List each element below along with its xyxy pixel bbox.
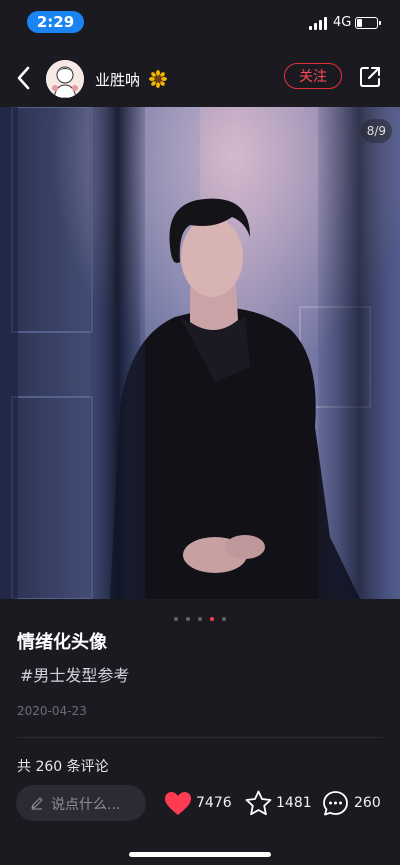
signal-icon [309,17,329,30]
page-indicator [0,608,400,621]
network-type: 4G [333,15,352,30]
page-dot [185,616,190,621]
heart-icon [165,792,191,815]
favorite-count: 1481 [276,795,312,811]
star-icon [245,790,272,816]
home-indicator[interactable] [129,852,271,857]
post-photo[interactable]: 8/9 [0,107,400,599]
status-bar: 2:29 4G [0,0,400,44]
post-title: 情绪化头像 [17,632,107,653]
comment-input[interactable]: 说点什么... [16,785,146,821]
bottom-bar: 说点什么... 7476 1481 260 [0,774,400,865]
page-dot [173,616,178,621]
favorite-button[interactable]: 1481 [245,790,315,818]
page-dot [198,616,202,621]
battery-icon [355,17,381,29]
post-tag[interactable]: #男士发型参考 [20,662,129,686]
back-icon[interactable] [14,64,36,92]
like-count: 7476 [196,795,232,811]
comment-count: 260 [354,795,381,811]
username[interactable]: 业胜呐 [95,69,167,90]
page-dot [222,616,227,621]
follow-button[interactable]: 关注 [284,63,342,89]
comment-icon [323,791,348,816]
post-date: 2020-04-23 [17,704,87,718]
comments-summary: 共 260 条评论 [17,759,109,775]
photo-image [0,107,400,599]
like-button[interactable]: 7476 [164,790,234,818]
page-dot-active [210,616,215,621]
photo-counter: 8/9 [360,119,392,143]
pencil-icon [31,797,43,810]
divider [17,737,383,738]
sunflower-icon [148,70,167,88]
post-header: 业胜呐 关注 [0,50,400,106]
share-icon[interactable] [358,65,382,89]
avatar[interactable] [46,60,84,98]
comment-button[interactable]: 260 [322,790,384,818]
comment-placeholder: 说点什么... [51,797,121,813]
status-time: 2:29 [27,11,84,33]
